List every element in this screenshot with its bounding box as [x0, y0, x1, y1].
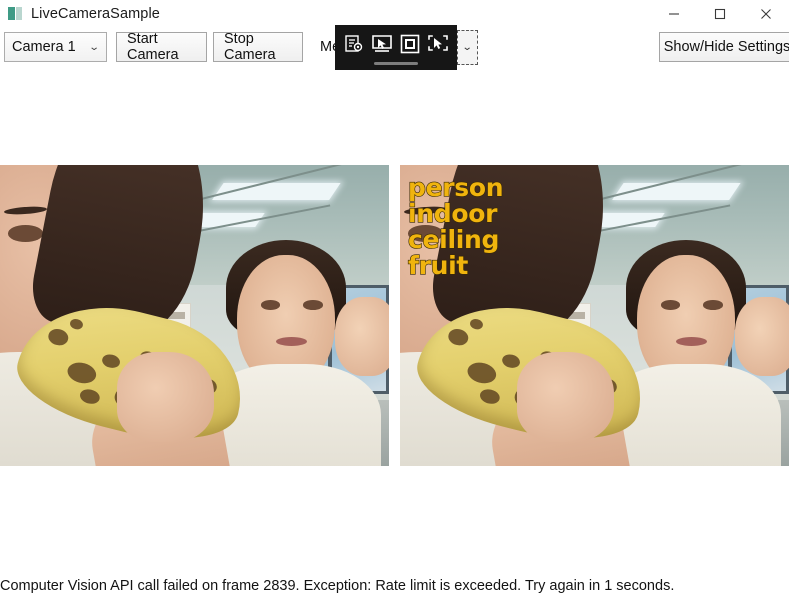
close-icon: [761, 9, 771, 19]
eye: [703, 300, 723, 311]
capture-toolbar-expand-button[interactable]: ⌄: [457, 30, 478, 65]
vision-tag: fruit: [407, 251, 469, 280]
close-button[interactable]: [743, 0, 789, 28]
mouth: [276, 336, 308, 346]
form-settings-icon[interactable]: [340, 29, 367, 58]
vision-tag: person: [407, 173, 504, 202]
chevron-down-icon: ⌄: [462, 42, 473, 53]
window-controls: [651, 0, 789, 28]
eye: [303, 300, 323, 311]
eye: [7, 225, 43, 242]
raw-camera-frame: [0, 165, 389, 466]
eye: [660, 300, 681, 311]
maximize-icon: [714, 8, 726, 20]
person-right-hand: [734, 297, 789, 376]
show-hide-settings-button[interactable]: Show/Hide Settings: [659, 32, 789, 62]
analyzed-camera-frame: person indoor ceiling fruit: [400, 165, 789, 466]
vision-tag: indoor: [407, 199, 498, 228]
person-left-hand: [516, 351, 614, 442]
camera-select-dropdown[interactable]: Camera 1 ⌄: [4, 32, 107, 62]
freeform-select-icon[interactable]: [425, 29, 452, 58]
window-select-icon[interactable]: [368, 29, 395, 58]
start-camera-button[interactable]: Start Camera: [116, 31, 207, 63]
region-square-icon[interactable]: [397, 29, 424, 58]
stop-camera-button[interactable]: Stop Camera: [213, 31, 303, 63]
vision-tag-overlay: person indoor ceiling fruit: [407, 173, 504, 280]
minimize-icon: [669, 13, 679, 15]
app-icon: [8, 6, 24, 22]
minimize-button[interactable]: [651, 0, 697, 28]
vision-tag: ceiling: [407, 225, 500, 254]
person-right-hand: [334, 297, 389, 376]
chevron-down-icon: ⌄: [88, 41, 100, 53]
maximize-button[interactable]: [697, 0, 743, 28]
eye: [260, 300, 281, 311]
camera-scene: [0, 165, 389, 466]
title-bar: LiveCameraSample: [0, 0, 789, 28]
mouth: [676, 336, 708, 346]
window-title: LiveCameraSample: [31, 6, 160, 22]
person-left-hand: [116, 351, 214, 442]
drag-handle[interactable]: [374, 62, 418, 65]
screen-capture-toolbar[interactable]: [335, 25, 457, 70]
status-message: Computer Vision API call failed on frame…: [0, 578, 675, 594]
camera-select-value: Camera 1: [12, 39, 76, 55]
